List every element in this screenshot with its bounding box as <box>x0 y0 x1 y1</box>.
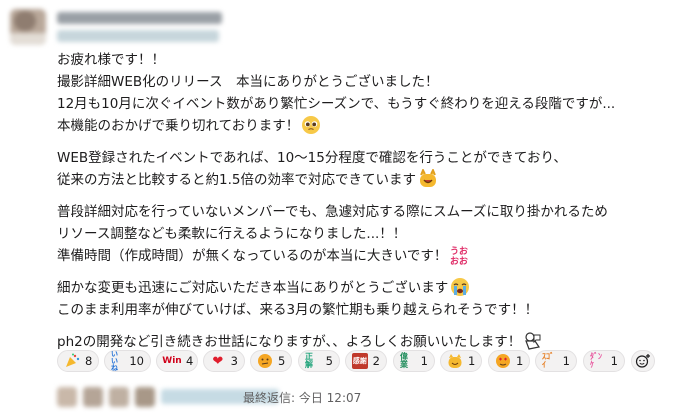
reaction-count: 5 <box>278 354 286 368</box>
svg-text:うお: うお <box>450 246 468 257</box>
reaction-count: 8 <box>85 354 93 368</box>
message-paragraph-4: 細かな変更も迅速にご対応いただき本当にありがとうございます このまま利用率が伸び… <box>57 277 682 321</box>
svg-text:おお: おお <box>450 256 468 265</box>
last-reply-time: 最終返信: 今日 12:07 <box>243 391 362 405</box>
reaction-orange-stamp[interactable]: ｽｺﾞｲ 1 <box>535 350 577 372</box>
reaction-count: 4 <box>186 354 194 368</box>
red-stamp-icon: 感謝 <box>352 353 368 369</box>
iine-stamp-icon: いいね <box>111 349 118 372</box>
reaction-red-heart[interactable]: ❤ 3 <box>203 350 245 372</box>
message-paragraph-3: 普段詳細対応を行っていないメンバーでも、急遽対応する際にスムーズに取り掛かれるた… <box>57 201 682 267</box>
message-line: WEB登録されたイベントであれば、10〜15分程度で確認を行うことができており、 <box>57 150 567 166</box>
message-line: 普段詳細対応を行っていないメンバーでも、急遽対応する際にスムーズに取り掛かれるた… <box>57 204 608 220</box>
reaction-count: 2 <box>372 354 380 368</box>
message-line: お疲れ様です！！ <box>57 52 165 68</box>
add-reaction-button[interactable] <box>631 350 655 372</box>
ooo-stamp-icon: うおおお <box>450 246 468 265</box>
reaction-iine[interactable]: いいね 10 <box>104 350 151 372</box>
loudly-crying-face-icon <box>451 278 470 296</box>
reaction-count: 1 <box>468 354 476 368</box>
party-popper-icon <box>64 353 80 369</box>
message-line: 12月も10月に次ぐイベント数があり繁忙シーズンで、もうすぐ終わりを迎える段階で… <box>57 96 616 112</box>
message-line: 準備時間（作成時間）が無くなっているのが本当に大きいです！ うお おお <box>57 246 469 265</box>
message-line: このまま利用率が伸びていけば、来る3月の繁忙期も乗り越えられそうです！！ <box>57 302 539 318</box>
reaction-gorin[interactable]: 偉業 1 <box>393 350 435 372</box>
reaction-count: 1 <box>610 354 618 368</box>
bowing-person-icon <box>525 332 541 350</box>
raised-hands-cat-icon <box>419 169 436 187</box>
pleading-face-icon <box>302 116 321 134</box>
reaction-count: 5 <box>325 354 333 368</box>
reply-avatar <box>57 387 77 407</box>
thinking-face-icon <box>257 353 273 369</box>
gorin-stamp-icon: 偉業 <box>400 352 408 369</box>
message-body: お疲れ様です！！ 撮影詳細WEB化のリリース 本当にありがとうございました！ 1… <box>57 49 682 363</box>
sender-avatar[interactable] <box>10 9 46 45</box>
message-paragraph-2: WEB登録されたイベントであれば、10〜15分程度で確認を行うことができており、… <box>57 147 682 191</box>
reaction-count: 10 <box>129 354 144 368</box>
reaction-win[interactable]: Win 4 <box>156 350 198 372</box>
reaction-heart-face[interactable]: 1 <box>488 350 530 372</box>
reaction-count: 1 <box>562 354 570 368</box>
message-line: 撮影詳細WEB化のリリース 本当にありがとうございました！ <box>57 74 439 90</box>
reaction-count: 3 <box>230 354 238 368</box>
reaction-count: 1 <box>420 354 428 368</box>
cat-face-icon <box>447 353 463 369</box>
sender-subtitle <box>57 30 219 42</box>
reaction-red-stamp[interactable]: 感謝 2 <box>345 350 387 372</box>
reaction-party-popper[interactable]: 8 <box>57 350 99 372</box>
sender-name[interactable] <box>57 12 222 24</box>
message-line: 本機能のおかげで乗り切れております！ <box>57 115 682 137</box>
message-line: リソース調整なども柔軟に行えるようになりました...！！ <box>57 226 407 242</box>
win-stamp-icon: Win <box>162 355 182 366</box>
heart-face-icon <box>495 353 511 369</box>
reply-avatar <box>109 387 129 407</box>
pink-stamp-icon: ﾀﾞﾝｹ <box>590 352 602 369</box>
kanji-stamp-icon: 正解 <box>305 352 313 369</box>
reaction-pink-stamp[interactable]: ﾀﾞﾝｹ 1 <box>583 350 625 372</box>
reaction-count: 1 <box>516 354 524 368</box>
message-line: 従来の方法と比較すると約1.5倍の効率で対応できています <box>57 169 682 191</box>
orange-stamp-icon: ｽｺﾞｲ <box>542 352 554 369</box>
reaction-cat[interactable]: 1 <box>440 350 482 372</box>
reaction-kanji[interactable]: 正解 5 <box>298 350 340 372</box>
reaction-thinking[interactable]: 5 <box>250 350 292 372</box>
add-emoji-icon <box>635 354 650 368</box>
message-line: 細かな変更も迅速にご対応いただき本当にありがとうございます <box>57 277 682 299</box>
red-heart-icon: ❤ <box>212 353 224 369</box>
reply-avatar <box>83 387 103 407</box>
message-paragraph-1: お疲れ様です！！ 撮影詳細WEB化のリリース 本当にありがとうございました！ 1… <box>57 49 682 137</box>
reply-avatar <box>135 387 155 407</box>
